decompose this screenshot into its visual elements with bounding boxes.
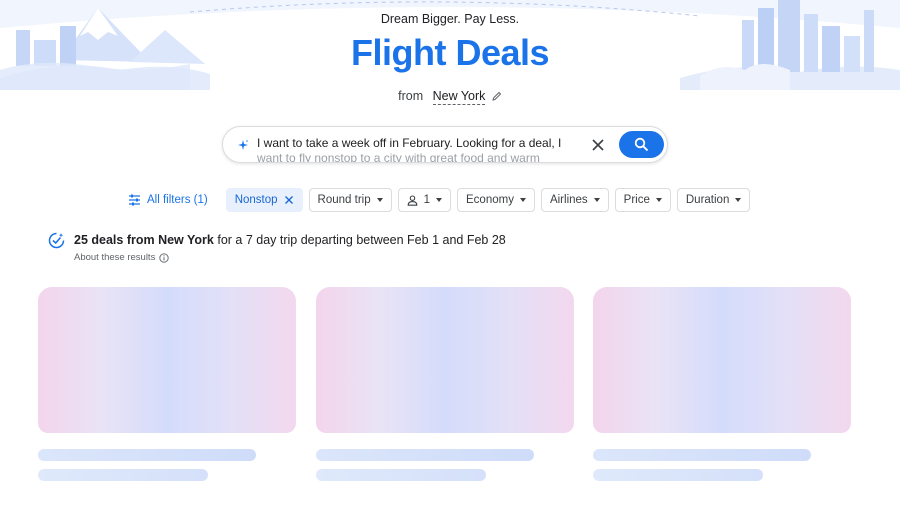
loading-line-placeholder: [316, 469, 486, 481]
results-description: for a 7 day trip departing between Feb 1…: [213, 233, 506, 247]
all-filters-label: All filters (1): [147, 194, 208, 206]
loading-line-placeholder: [593, 449, 811, 461]
info-icon: [159, 252, 169, 263]
deal-card-placeholder[interactable]: [38, 287, 296, 433]
tagline: Dream Bigger. Pay Less.: [380, 12, 520, 26]
search-query-line: want to fly nonstop to a city with great…: [257, 150, 540, 163]
chip-label: Round trip: [317, 194, 371, 206]
about-results-label: About these results: [74, 252, 156, 263]
origin-prefix: from: [398, 89, 424, 103]
loading-line-placeholder: [38, 469, 208, 481]
chip-label: Price: [623, 194, 650, 206]
person-icon: [407, 194, 417, 206]
caret-down-icon: [655, 198, 662, 202]
chip-passengers[interactable]: 1: [397, 188, 452, 212]
sparkle-icon: [237, 138, 249, 156]
chip-label: 1: [423, 194, 431, 206]
caret-down-icon: [376, 198, 383, 202]
chip-label: Airlines: [549, 194, 588, 206]
origin-selector: from New York: [0, 89, 900, 105]
loading-line-placeholder: [38, 449, 256, 461]
caret-down-icon: [519, 198, 526, 202]
origin-city[interactable]: New York: [432, 89, 486, 105]
chip-airlines[interactable]: Airlines: [540, 188, 609, 212]
chip-label: Economy: [466, 194, 514, 206]
tune-icon: [129, 194, 140, 206]
pencil-icon[interactable]: [492, 90, 502, 104]
chip-economy[interactable]: Economy: [457, 188, 535, 212]
filter-bar: All filters (1) Nonstop Round trip 1 Eco…: [128, 188, 751, 212]
deal-card-placeholder[interactable]: [316, 287, 574, 433]
chip-label: Duration: [685, 194, 730, 206]
loading-line-placeholder: [593, 469, 763, 481]
chip-nonstop[interactable]: Nonstop: [225, 188, 303, 212]
chip-round-trip[interactable]: Round trip: [308, 188, 392, 212]
search-icon: [634, 137, 649, 152]
caret-down-icon: [593, 198, 600, 202]
caret-down-icon: [436, 198, 443, 202]
close-icon[interactable]: [284, 195, 294, 205]
deal-card-placeholder[interactable]: [593, 287, 851, 433]
search-box[interactable]: I want to take a week off in February. L…: [222, 126, 668, 163]
verified-badge-icon: [48, 232, 65, 254]
all-filters-button[interactable]: All filters (1): [128, 194, 208, 206]
search-query-line: I want to take a week off in February. L…: [257, 136, 562, 150]
close-icon[interactable]: [589, 136, 607, 154]
results-count: 25 deals from New York: [74, 233, 214, 247]
search-button[interactable]: [619, 131, 664, 158]
chip-duration[interactable]: Duration: [676, 188, 751, 212]
search-input[interactable]: I want to take a week off in February. L…: [257, 136, 577, 163]
page-title: Flight Deals: [350, 32, 550, 73]
chip-price[interactable]: Price: [614, 188, 671, 212]
chip-label: Nonstop: [234, 194, 278, 206]
about-results-link[interactable]: About these results: [74, 252, 169, 263]
caret-down-icon: [735, 198, 742, 202]
loading-line-placeholder: [316, 449, 534, 461]
